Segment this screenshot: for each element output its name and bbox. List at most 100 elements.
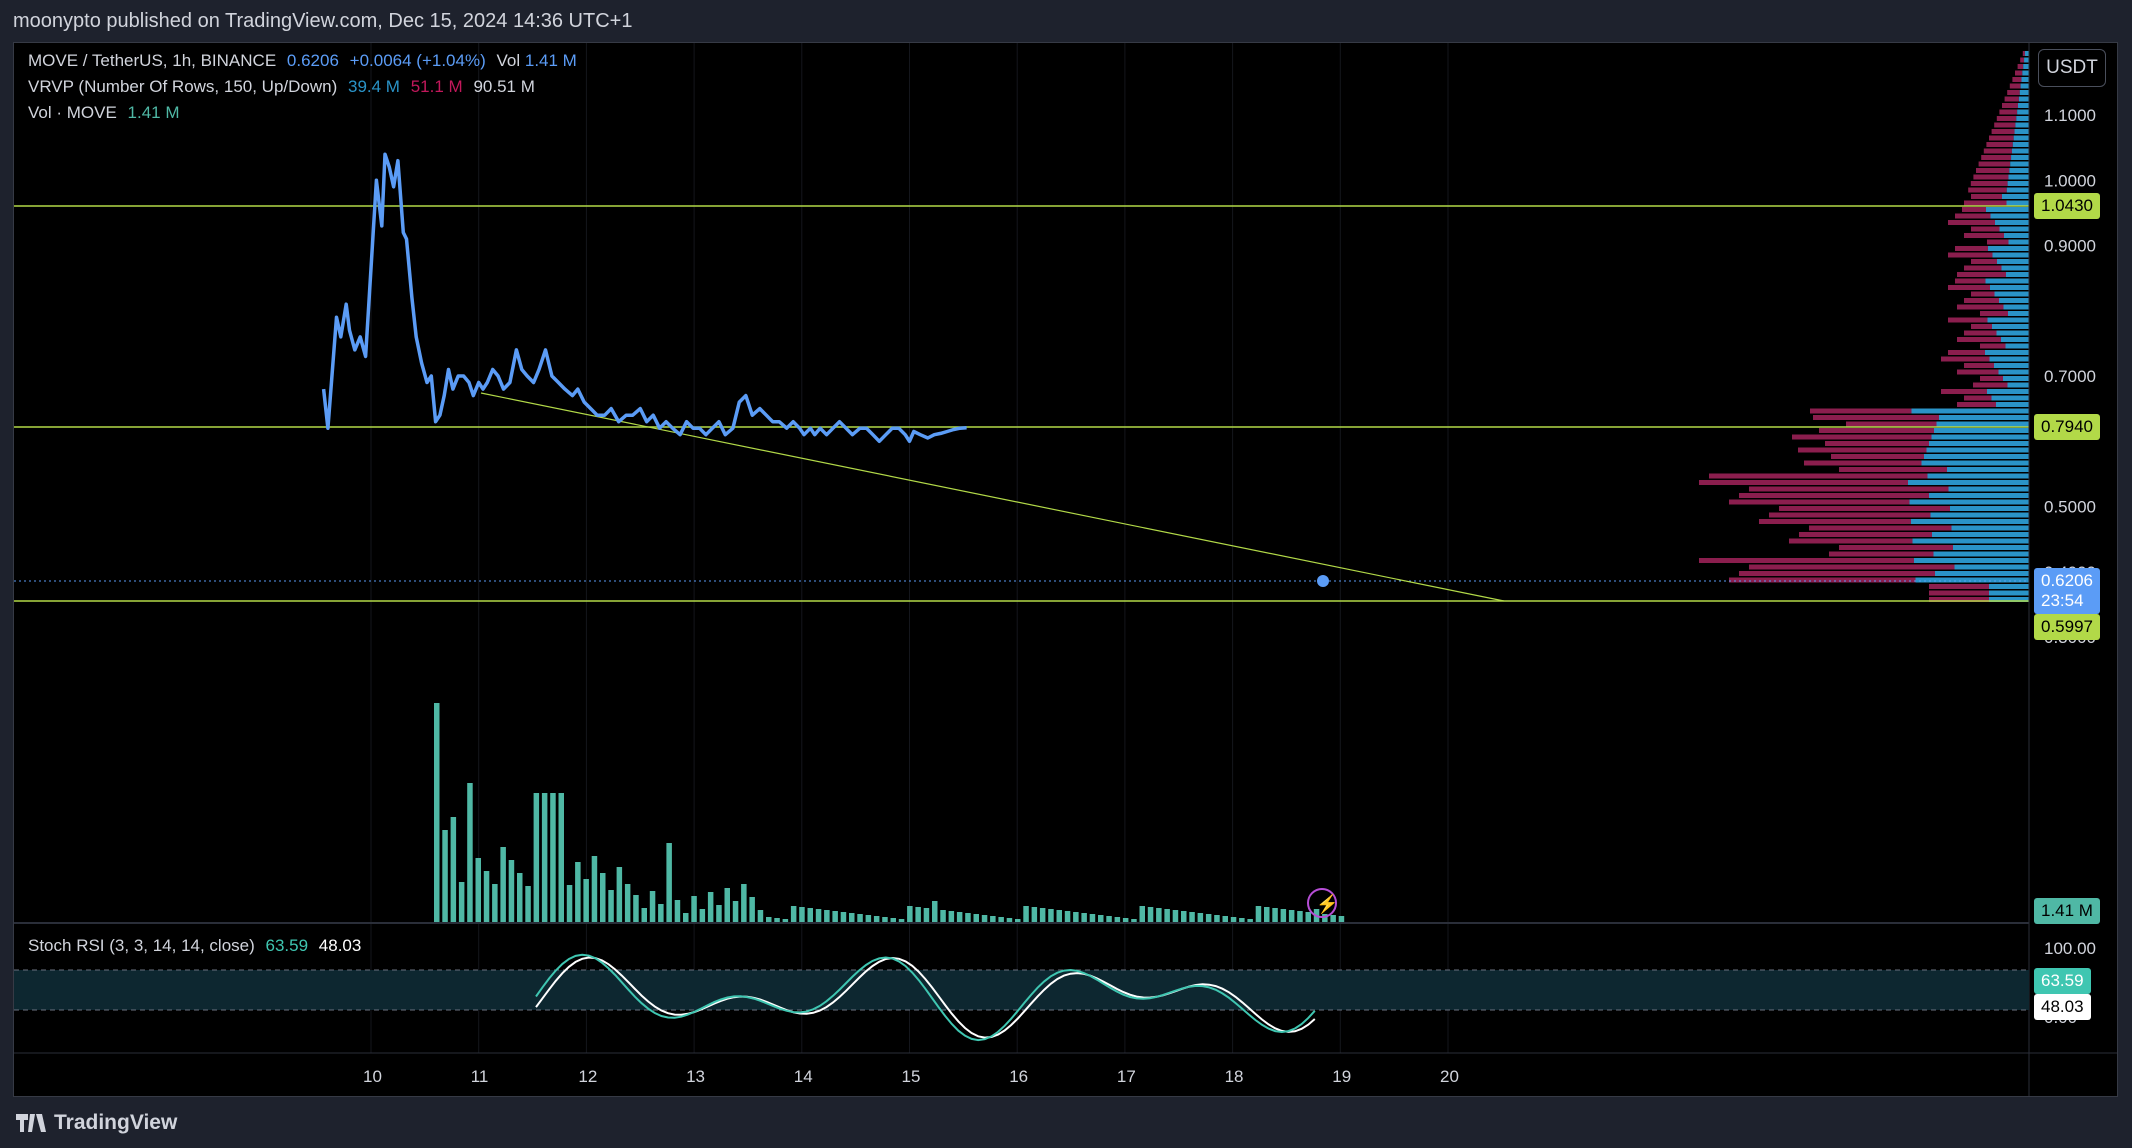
volume-bar [1064, 911, 1071, 923]
time-tick-13: 13 [686, 1067, 705, 1086]
vrvp-up-bar [1990, 213, 2029, 219]
volume-bar [575, 862, 581, 923]
price-tick-1: 1.0000 [2044, 171, 2096, 190]
volume-bar [699, 909, 706, 923]
vrvp-up-bar [1989, 590, 2029, 596]
vrvp-up-bar [1915, 577, 2029, 583]
symbol-label[interactable]: MOVE / TetherUS, 1h, BINANCE [28, 51, 276, 70]
volume-bar [1056, 910, 1062, 923]
volume-bar [1305, 912, 1311, 923]
volume-bar [948, 911, 955, 923]
vrvp-down-bar [1957, 337, 2001, 342]
vrvp-down-bar [2007, 90, 2020, 95]
volume-bar [757, 910, 764, 923]
volume-bar [923, 908, 930, 923]
vrvp-down-bar [1929, 584, 1989, 589]
stoch-label[interactable]: Stoch RSI (3, 3, 14, 14, close) [28, 936, 255, 955]
vol-ind-value: 1.41 M [127, 103, 180, 122]
chart-area[interactable]: USDT ⚡ 1.10001.00000.90000.70000.50000.4… [13, 42, 2118, 1097]
vrvp-down-bar [1955, 246, 1988, 251]
vrvp-up-bar [2015, 122, 2029, 128]
vrvp-up-bar [1996, 330, 2029, 336]
volume-bar [1089, 914, 1096, 923]
vrvp-down-bar [1980, 311, 2008, 316]
volume-bar [749, 897, 755, 923]
vrvp-down-bar [1739, 571, 1935, 576]
time-axis: 10 11 12 13 14 15 16 17 18 19 20 [363, 1067, 1459, 1086]
vrvp-up-bar [2005, 343, 2029, 349]
vrvp-up-bar [2006, 187, 2029, 193]
vrvp-label[interactable]: VRVP (Number Of Rows, 150, Up/Down) [28, 77, 337, 96]
volume-bar [1073, 912, 1079, 923]
vrvp-down-bar [2020, 57, 2025, 63]
vrvp-down-bar [1973, 174, 2009, 180]
vrvp-up-bar [1914, 558, 2029, 563]
vrvp-up-bar [1936, 421, 2029, 427]
vrvp-down-bar [1948, 252, 1993, 258]
volume-bar [1031, 907, 1038, 923]
vrvp-down-bar [1831, 454, 1924, 459]
vrvp-down-bar [1996, 116, 2017, 121]
time-tick-18: 18 [1225, 1067, 1244, 1086]
tradingview-icon [16, 1114, 46, 1132]
vrvp-up-bar [1985, 350, 2029, 355]
vrvp-down-bar [2022, 51, 2025, 56]
vrvp-down-bar [1981, 155, 2012, 160]
vrvp-down-bar [1971, 259, 1997, 264]
price-tick-0: 1.1000 [2044, 106, 2096, 125]
vrvp-up-bar [1921, 460, 2029, 466]
price-series [321, 152, 967, 444]
vrvp-up-bar [1987, 389, 2029, 394]
vrvp-down-bar [2009, 83, 2021, 89]
vol-label: Vol [496, 51, 521, 70]
vol-axis-label: 1.41 M [2034, 898, 2100, 924]
volume-bar [475, 858, 481, 923]
volume-bar [965, 913, 971, 923]
vrvp-down-bar [1964, 298, 1999, 303]
vrvp-down-bar [1929, 590, 1989, 596]
vrvp-up-bar [1951, 525, 2029, 531]
volume-bar [707, 892, 714, 923]
volume-bar [1330, 915, 1336, 923]
vrvp-up-bar [1998, 369, 2029, 375]
vrvp-up-bar [2010, 161, 2029, 167]
vrvp-up-bar [1931, 434, 2029, 440]
vrvp-down-bar [1980, 376, 2003, 381]
tradingview-logo[interactable]: TradingView [16, 1111, 177, 1135]
volume-bar [815, 909, 822, 923]
vrvp-total: 90.51 M [473, 77, 535, 96]
hline-label-3: 0.5997 [2034, 614, 2100, 640]
vrvp-up-bar [1926, 447, 2029, 453]
vrvp-down-bar [1799, 532, 1932, 537]
volume-bar [724, 888, 730, 923]
vrvp-down-bar [1999, 109, 2018, 115]
vrvp-down-bar [1970, 181, 2008, 186]
vrvp-down-bar [1749, 564, 1955, 570]
volume-bar [616, 867, 623, 923]
vrvp-down-bar [1739, 493, 1929, 498]
vrvp-up-bar [2006, 272, 2029, 277]
volume-bar [907, 906, 913, 923]
stoch-tick-top: 100.00 [2044, 939, 2096, 958]
vrvp-up-bar [1911, 408, 2029, 414]
stoch-d-value: 48.03 [318, 936, 362, 955]
brand-text: TradingView [54, 1111, 178, 1134]
volume-bar [508, 860, 515, 923]
vrvp-up-bar [1934, 428, 2029, 433]
volume-bar [732, 901, 739, 923]
volume-bar [467, 783, 473, 923]
vol-ind-label[interactable]: Vol · MOVE [28, 103, 117, 122]
volume-bar [492, 884, 498, 923]
vrvp-down-bar [1955, 213, 1991, 219]
volume-bar [1205, 914, 1212, 923]
vrvp-down-bar [1839, 545, 1953, 550]
vol-value: 1.41 M [524, 51, 577, 70]
vrvp-down-bar [1994, 122, 2016, 128]
volume-bar [550, 793, 556, 923]
volume-bar [1197, 913, 1204, 923]
volume-bar [1264, 907, 1270, 923]
vrvp-down-bar [1973, 382, 2008, 388]
volume-bar [1189, 912, 1195, 923]
vrvp-up-bar [2011, 155, 2029, 160]
vrvp-up-bar [2001, 337, 2029, 342]
